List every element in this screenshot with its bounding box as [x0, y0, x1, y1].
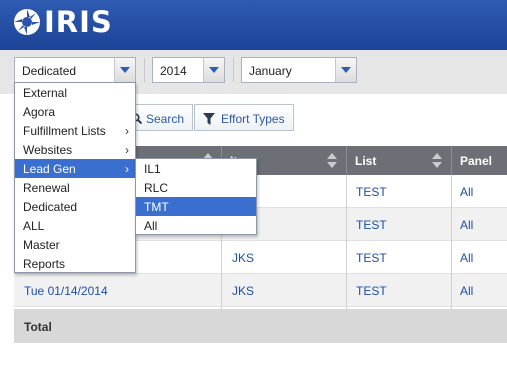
effort-types-button[interactable]: Effort Types: [194, 104, 294, 131]
row-date[interactable]: Tue 01/14/2014: [24, 284, 108, 298]
table-total-row: Total: [14, 309, 507, 343]
chevron-right-icon: ›: [125, 124, 129, 138]
row-list[interactable]: TEST: [356, 251, 387, 265]
row-list[interactable]: TEST: [356, 284, 387, 298]
sort-icon[interactable]: [432, 153, 442, 169]
row-list[interactable]: TEST: [356, 218, 387, 232]
lead-gen-submenu: IL1 RLC TMT All: [135, 158, 257, 235]
row-panel[interactable]: All: [460, 284, 473, 298]
menu-item-label: Dedicated: [23, 200, 78, 214]
menu-item-label: Fulfillment Lists: [23, 124, 106, 138]
table-row[interactable]: Tue 01/14/2014 JKS TEST All: [14, 274, 507, 307]
search-button-label: Search: [146, 112, 185, 126]
submenu-item-label: IL1: [144, 162, 161, 176]
filter-funnel-icon: [203, 113, 215, 125]
row-item[interactable]: JKS: [232, 284, 254, 298]
divider: [346, 175, 347, 309]
divider: [451, 175, 452, 309]
divider: [451, 146, 452, 175]
menu-item-dedicated[interactable]: Dedicated: [15, 197, 135, 216]
row-item[interactable]: JKS: [232, 251, 254, 265]
chevron-down-icon[interactable]: [114, 58, 135, 82]
type-dropdown-menu: External Agora Fulfillment Lists › Websi…: [14, 82, 136, 273]
logo-wordmark: IRIS: [44, 5, 113, 39]
divider: [346, 146, 347, 175]
aperture-logo-icon: [14, 9, 40, 35]
menu-item-lead-gen[interactable]: Lead Gen ›: [15, 159, 135, 178]
sort-icon[interactable]: [327, 153, 337, 169]
menu-item-label: ALL: [23, 219, 45, 233]
chevron-down-icon[interactable]: [203, 58, 224, 82]
submenu-item-il1[interactable]: IL1: [136, 159, 256, 178]
menu-item-label: Master: [23, 238, 60, 252]
type-select[interactable]: Dedicated: [14, 57, 136, 83]
row-panel[interactable]: All: [460, 251, 473, 265]
menu-item-reports[interactable]: Reports: [15, 254, 135, 273]
total-label: Total: [24, 320, 52, 334]
year-select-value: 2014: [160, 64, 187, 78]
row-panel[interactable]: All: [460, 185, 473, 199]
column-header-panel-label: Panel: [460, 154, 493, 168]
iris-logo[interactable]: IRIS: [13, 7, 113, 37]
submenu-item-label: TMT: [144, 200, 169, 214]
menu-item-label: Agora: [23, 105, 56, 119]
search-button[interactable]: Search: [126, 104, 193, 131]
submenu-item-label: All: [144, 219, 158, 233]
divider: [233, 58, 234, 82]
menu-item-master[interactable]: Master: [15, 235, 135, 254]
submenu-item-all[interactable]: All: [136, 216, 256, 235]
chevron-right-icon: ›: [125, 143, 129, 157]
month-select[interactable]: January: [241, 57, 357, 83]
menu-item-label: External: [23, 86, 68, 100]
chevron-down-icon[interactable]: [335, 58, 356, 82]
menu-item-external[interactable]: External: [15, 83, 135, 102]
year-select[interactable]: 2014: [152, 57, 225, 83]
menu-item-agora[interactable]: Agora: [15, 102, 135, 121]
month-select-value: January: [249, 64, 292, 78]
submenu-item-label: RLC: [144, 181, 169, 195]
app-header: IRIS: [0, 0, 507, 50]
menu-item-all[interactable]: ALL: [15, 216, 135, 235]
type-select-value: Dedicated: [22, 64, 77, 78]
effort-types-button-label: Effort Types: [221, 112, 285, 126]
row-panel[interactable]: All: [460, 218, 473, 232]
menu-item-label: Reports: [23, 257, 66, 271]
menu-item-fulfillment-lists[interactable]: Fulfillment Lists ›: [15, 121, 135, 140]
submenu-item-tmt[interactable]: TMT: [136, 197, 256, 216]
chevron-right-icon: ›: [125, 162, 129, 176]
column-header-panel[interactable]: Panel: [452, 146, 507, 175]
menu-item-label: Lead Gen: [23, 162, 76, 176]
submenu-item-rlc[interactable]: RLC: [136, 178, 256, 197]
column-header-list-label: List: [355, 154, 377, 168]
menu-item-websites[interactable]: Websites ›: [15, 140, 135, 159]
menu-item-label: Websites: [23, 143, 73, 157]
menu-item-label: Renewal: [23, 181, 70, 195]
row-list[interactable]: TEST: [356, 185, 387, 199]
column-header-list[interactable]: List: [347, 146, 451, 175]
menu-item-renewal[interactable]: Renewal: [15, 178, 135, 197]
divider: [144, 58, 145, 82]
